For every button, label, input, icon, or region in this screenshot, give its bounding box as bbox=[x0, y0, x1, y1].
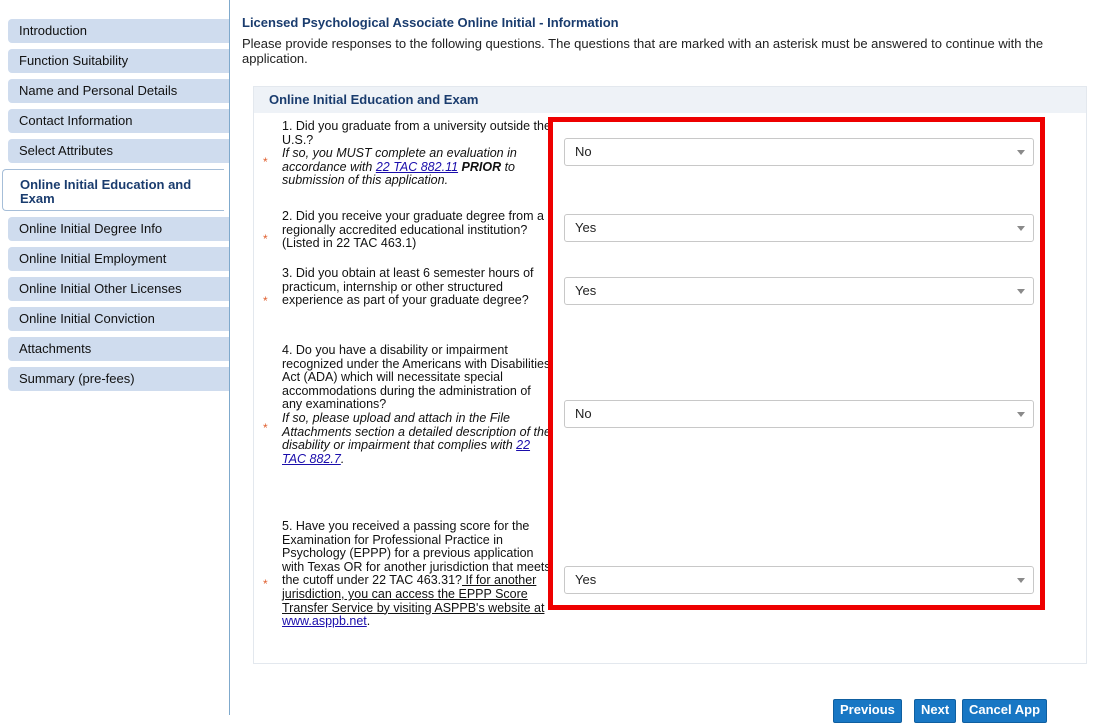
question-label-1: 1. Did you graduate from a university ou… bbox=[282, 119, 551, 147]
question-note-4: If so, please upload and attach in the F… bbox=[282, 411, 551, 466]
sidebar-item-introduction[interactable]: Introduction bbox=[8, 19, 230, 43]
chevron-down-icon bbox=[1017, 578, 1025, 583]
select-value: Yes bbox=[575, 572, 597, 587]
chevron-down-icon bbox=[1017, 150, 1025, 155]
chevron-down-icon bbox=[1017, 289, 1025, 294]
note-text: . bbox=[340, 451, 345, 466]
question-text-3: 3. Did you obtain at least 6 semester ho… bbox=[282, 266, 534, 308]
note-text: . bbox=[366, 614, 371, 629]
required-marker: * bbox=[263, 294, 268, 308]
question-3-select[interactable]: Yes bbox=[564, 277, 1034, 305]
question-4-select[interactable]: No bbox=[564, 400, 1034, 428]
select-value: No bbox=[575, 406, 592, 421]
sidebar-item-function-suitability[interactable]: Function Suitability bbox=[8, 49, 230, 73]
select-value: Yes bbox=[575, 283, 597, 298]
select-value: No bbox=[575, 144, 592, 159]
chevron-down-icon bbox=[1017, 226, 1025, 231]
sidebar-item-name-personal-details[interactable]: Name and Personal Details bbox=[8, 79, 230, 103]
required-marker: * bbox=[263, 421, 268, 435]
required-marker: * bbox=[263, 155, 268, 169]
next-button[interactable]: Next bbox=[914, 699, 957, 723]
tac-882-11-link[interactable]: 22 TAC 882.11 bbox=[376, 160, 458, 174]
sidebar-item-other-licenses[interactable]: Online Initial Other Licenses bbox=[8, 277, 230, 301]
education-exam-panel: Online Initial Education and Exam * 1. D… bbox=[253, 86, 1087, 664]
sidebar-item-summary[interactable]: Summary (pre-fees) bbox=[8, 367, 230, 391]
question-text-1: 1. Did you graduate from a university ou… bbox=[282, 119, 554, 188]
note-bold: PRIOR bbox=[458, 159, 502, 174]
sidebar-item-education-exam[interactable]: Online Initial Education and Exam bbox=[2, 169, 224, 211]
note-text: If so, please upload and attach in the F… bbox=[282, 410, 551, 453]
select-value: Yes bbox=[575, 220, 597, 235]
sidebar-item-degree-info[interactable]: Online Initial Degree Info bbox=[8, 217, 230, 241]
sidebar-item-employment[interactable]: Online Initial Employment bbox=[8, 247, 230, 271]
chevron-down-icon bbox=[1017, 412, 1025, 417]
sidebar-divider bbox=[229, 0, 230, 715]
asppb-link[interactable]: www.asppb.net bbox=[282, 614, 367, 628]
question-text-2: 2. Did you receive your graduate degree … bbox=[282, 209, 544, 251]
question-text-4: 4. Do you have a disability or impairmen… bbox=[282, 343, 554, 466]
question-5-select[interactable]: Yes bbox=[564, 566, 1034, 594]
question-note-1: If so, you MUST complete an evaluation i… bbox=[282, 146, 517, 187]
required-marker: * bbox=[263, 577, 268, 591]
previous-button[interactable]: Previous bbox=[833, 699, 902, 723]
sidebar-item-attachments[interactable]: Attachments bbox=[8, 337, 230, 361]
sidebar-nav: Introduction Function Suitability Name a… bbox=[2, 19, 230, 397]
required-marker: * bbox=[263, 232, 268, 246]
cancel-app-button[interactable]: Cancel App bbox=[962, 699, 1048, 723]
instructions-text: Please provide responses to the followin… bbox=[242, 36, 1044, 66]
panel-header: Online Initial Education and Exam bbox=[254, 87, 1086, 113]
sidebar-item-conviction[interactable]: Online Initial Conviction bbox=[8, 307, 230, 331]
sidebar-item-select-attributes[interactable]: Select Attributes bbox=[8, 139, 230, 163]
sidebar-item-contact-information[interactable]: Contact Information bbox=[8, 109, 230, 133]
page-title: Licensed Psychological Associate Online … bbox=[242, 15, 619, 30]
question-text-5: 5. Have you received a passing score for… bbox=[282, 519, 554, 629]
question-label-4: 4. Do you have a disability or impairmen… bbox=[282, 343, 551, 412]
question-2-select[interactable]: Yes bbox=[564, 214, 1034, 242]
question-1-select[interactable]: No bbox=[564, 138, 1034, 166]
